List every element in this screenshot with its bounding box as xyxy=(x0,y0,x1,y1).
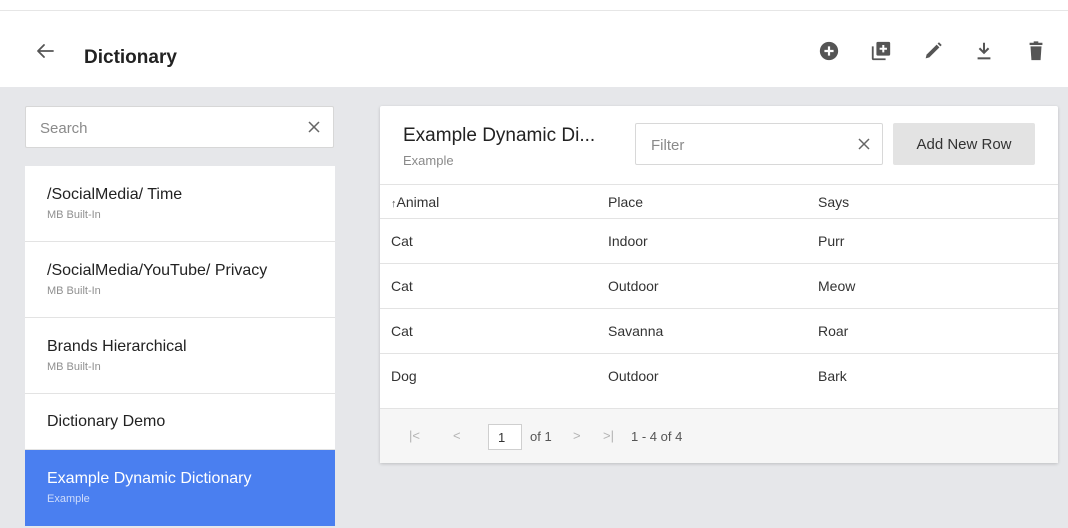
download-button[interactable] xyxy=(970,37,998,65)
row-range: 1 - 4 of 4 xyxy=(631,429,683,444)
page-title: Dictionary xyxy=(84,47,177,68)
main-content: /SocialMedia/ Time MB Built-In /SocialMe… xyxy=(0,87,1068,528)
cell-place: Outdoor xyxy=(608,368,659,384)
add-button[interactable] xyxy=(815,37,843,65)
add-copy-button[interactable] xyxy=(867,37,895,65)
cell-place: Savanna xyxy=(608,323,664,339)
cell-animal: Dog xyxy=(391,368,417,384)
dictionary-item-type: MB Built-In xyxy=(47,285,101,297)
last-page-button[interactable]: >| xyxy=(603,428,614,443)
cell-animal: Cat xyxy=(391,323,413,339)
dictionary-item[interactable]: Brands Hierarchical MB Built-In xyxy=(25,318,335,394)
column-header-animal[interactable]: ↑Animal xyxy=(391,194,439,210)
dictionary-item-name: Dictionary Demo xyxy=(47,413,166,430)
page-count: of 1 xyxy=(530,429,552,444)
search-input[interactable] xyxy=(38,107,302,149)
cell-animal: Cat xyxy=(391,278,413,294)
prev-page-button[interactable]: < xyxy=(453,428,461,443)
table-row[interactable]: Cat Savanna Roar xyxy=(380,309,1058,354)
page-number-input[interactable] xyxy=(488,424,522,450)
add-box-icon xyxy=(871,41,891,61)
dictionary-item[interactable]: /SocialMedia/YouTube/ Privacy MB Built-I… xyxy=(25,242,335,318)
dictionary-item-name: /SocialMedia/YouTube/ Privacy xyxy=(47,262,268,279)
panel-title: Example Dynamic Di... xyxy=(403,125,596,146)
cell-animal: Cat xyxy=(391,233,413,249)
filter-input[interactable] xyxy=(649,124,853,166)
cell-says: Purr xyxy=(818,233,845,249)
back-arrow-icon xyxy=(37,44,54,58)
dictionary-item-type: MB Built-In xyxy=(47,361,101,373)
column-header-place[interactable]: Place xyxy=(608,194,643,210)
cell-says: Bark xyxy=(818,368,847,384)
dictionary-item[interactable]: /SocialMedia/ Time MB Built-In xyxy=(25,166,335,242)
clear-search-button[interactable] xyxy=(305,118,323,136)
dictionary-item-name: /SocialMedia/ Time xyxy=(47,186,183,203)
app-header: Dictionary xyxy=(0,11,1068,87)
cell-says: Roar xyxy=(818,323,849,339)
delete-trash-icon xyxy=(1029,41,1043,61)
dictionary-item-type: Example xyxy=(47,493,90,505)
entries-table: ↑Animal Place Says Cat Indoor Purr Cat O… xyxy=(380,184,1058,399)
cell-says: Meow xyxy=(818,278,856,294)
dictionary-item-name: Brands Hierarchical xyxy=(47,338,187,355)
next-page-button[interactable]: > xyxy=(573,428,581,443)
close-icon xyxy=(308,121,320,133)
sidebar-search xyxy=(25,106,334,149)
dictionary-item-selected[interactable]: Example Dynamic Dictionary Example xyxy=(25,450,335,526)
first-page-button[interactable]: |< xyxy=(409,428,420,443)
dictionary-item[interactable]: Dictionary Demo xyxy=(25,394,335,450)
dictionary-list: /SocialMedia/ Time MB Built-In /SocialMe… xyxy=(25,166,335,526)
clear-filter-button[interactable] xyxy=(855,135,873,153)
table-header: ↑Animal Place Says xyxy=(380,184,1058,219)
table-row[interactable]: Dog Outdoor Bark xyxy=(380,354,1058,399)
add-circle-icon xyxy=(819,41,839,61)
column-header-label: Animal xyxy=(396,194,440,210)
close-icon xyxy=(858,138,870,150)
cell-place: Indoor xyxy=(608,233,648,249)
panel-subtitle: Example xyxy=(403,153,454,168)
delete-button[interactable] xyxy=(1022,37,1050,65)
table-row[interactable]: Cat Indoor Purr xyxy=(380,219,1058,264)
download-icon xyxy=(977,42,991,60)
dictionary-item-type: MB Built-In xyxy=(47,209,101,221)
pagination-bar: |< < of 1 > >| 1 - 4 of 4 xyxy=(380,408,1058,463)
filter-field xyxy=(635,123,883,166)
cell-place: Outdoor xyxy=(608,278,659,294)
table-row[interactable]: Cat Outdoor Meow xyxy=(380,264,1058,309)
back-button[interactable] xyxy=(33,39,57,63)
dictionary-panel: Example Dynamic Di... Example Add New Ro… xyxy=(380,106,1058,463)
dictionary-item-name: Example Dynamic Dictionary xyxy=(47,470,252,487)
edit-pencil-icon xyxy=(925,42,942,59)
add-new-row-button[interactable]: Add New Row xyxy=(893,123,1035,165)
edit-button[interactable] xyxy=(919,37,947,65)
column-header-says[interactable]: Says xyxy=(818,194,849,210)
